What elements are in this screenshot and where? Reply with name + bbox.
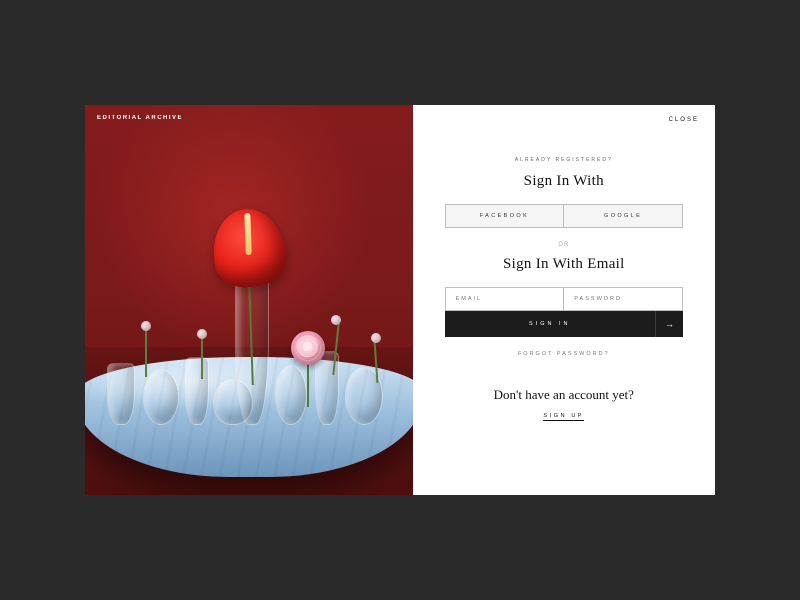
- or-divider: OR: [558, 242, 569, 248]
- facebook-button[interactable]: FACEBOOK: [446, 205, 564, 227]
- glass-vessel: [143, 369, 179, 425]
- flower-bud: [331, 315, 341, 325]
- signin-email-heading: Sign In With Email: [503, 256, 625, 273]
- arrow-right-icon: →: [665, 319, 674, 329]
- flower-bud: [371, 333, 381, 343]
- ranunculus-flower: [291, 331, 325, 365]
- forgot-password-link[interactable]: FORGOT PASSWORD?: [518, 351, 610, 357]
- credentials-row: [445, 287, 683, 311]
- glass-vessel: [107, 363, 135, 425]
- google-button[interactable]: GOOGLE: [563, 205, 682, 227]
- signin-arrow-button[interactable]: →: [655, 311, 683, 337]
- social-signin-row: FACEBOOK GOOGLE: [445, 204, 683, 228]
- glass-vessel: [275, 365, 307, 425]
- auth-card: EDITORIAL ARCHIVE CLOSE ALREADY REGISTER…: [85, 105, 715, 495]
- no-account-heading: Don't have an account yet?: [494, 387, 634, 403]
- flower-bud: [197, 329, 207, 339]
- flower-bud: [141, 321, 151, 331]
- hero-image-panel: EDITORIAL ARCHIVE: [85, 105, 413, 495]
- flower-stem: [145, 329, 147, 377]
- signin-row: SIGN IN →: [445, 311, 683, 337]
- glass-vessel: [185, 357, 209, 425]
- brand-logo: EDITORIAL ARCHIVE: [97, 115, 183, 121]
- signup-link[interactable]: SIGN UP: [543, 413, 584, 421]
- auth-panel: CLOSE ALREADY REGISTERED? Sign In With F…: [413, 105, 715, 495]
- email-field[interactable]: [446, 288, 564, 310]
- close-button[interactable]: CLOSE: [669, 117, 699, 123]
- signin-button[interactable]: SIGN IN: [445, 311, 655, 337]
- flower-stem: [201, 337, 203, 379]
- already-registered-label: ALREADY REGISTERED?: [515, 157, 613, 163]
- password-field[interactable]: [563, 288, 682, 310]
- flower-stem: [307, 361, 309, 407]
- signin-with-heading: Sign In With: [524, 173, 604, 190]
